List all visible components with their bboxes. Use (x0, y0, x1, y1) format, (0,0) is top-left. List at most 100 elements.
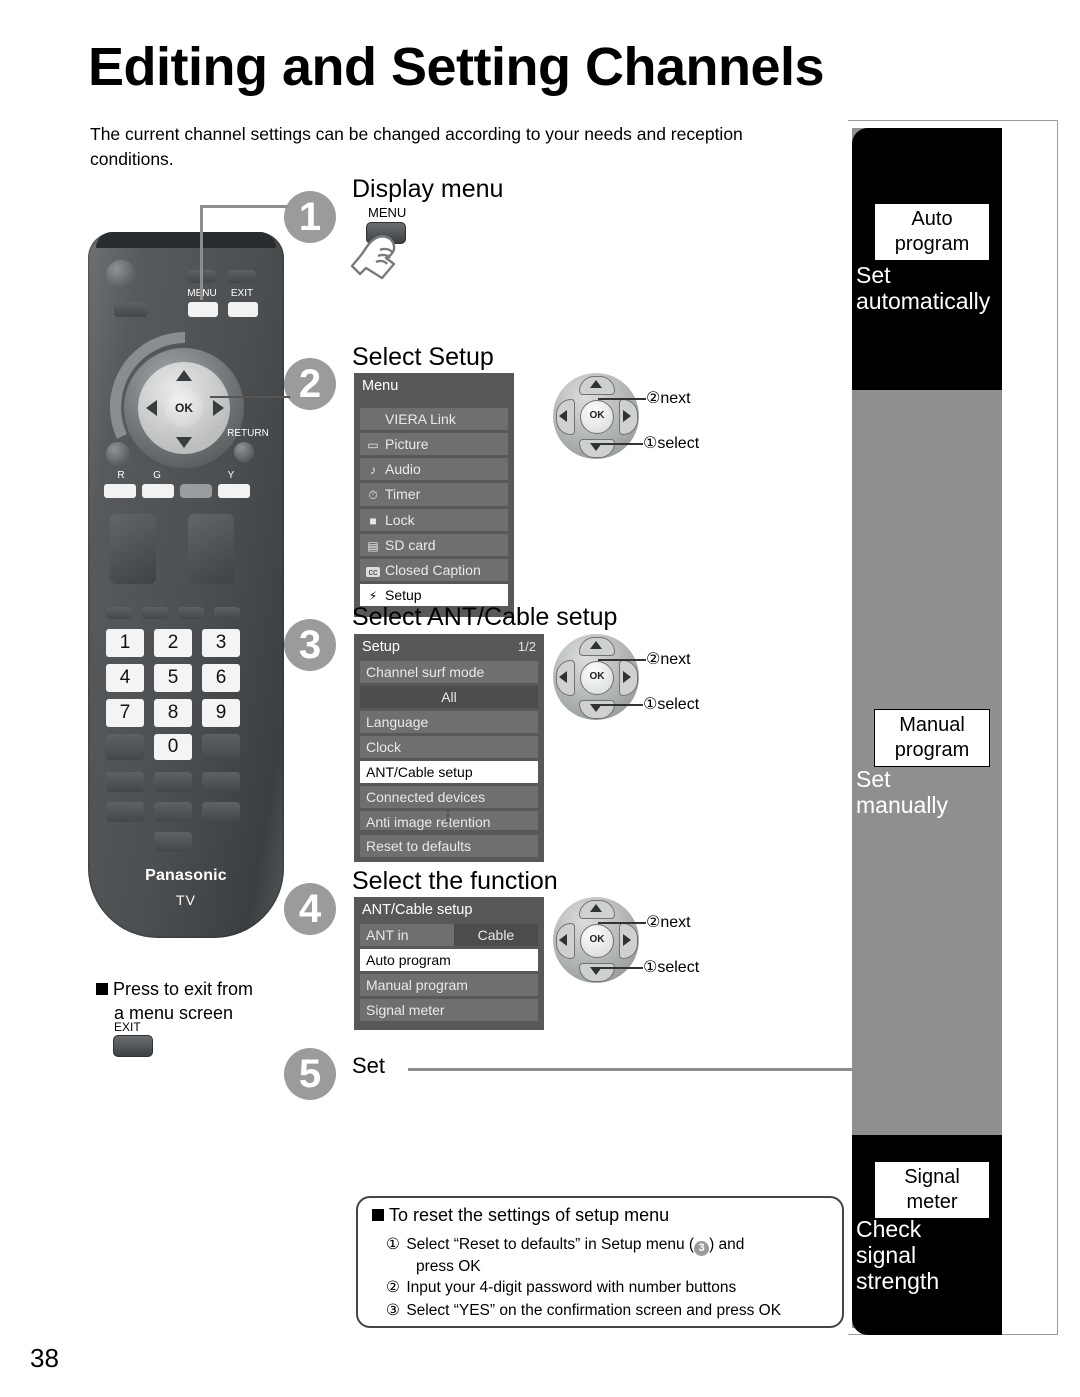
remote-color-key-r-label: R (117, 470, 125, 481)
osd-menu-title: Menu (362, 378, 399, 394)
remote-top-bezel (96, 232, 276, 248)
reset-note-item-3-text: Select “YES” on the confirmation screen … (406, 1302, 782, 1319)
osd-setup-value-channel-surf-mode[interactable]: All (360, 686, 538, 708)
navpad-step3-left-icon (559, 671, 567, 683)
osd-menu-item-picture[interactable]: ▭ Picture (360, 433, 508, 455)
step-3-label: Select ANT/Cable setup (352, 603, 618, 631)
osd-menu-item-sd-card[interactable]: ▤ SD card (360, 534, 508, 556)
remote-small-key-3 (178, 607, 204, 619)
remote-number-8: 8 (154, 699, 192, 727)
navpad-step4-next-line (598, 922, 646, 924)
navpad-step2-ok[interactable]: OK (580, 400, 614, 434)
remote-round-key (106, 442, 130, 466)
navpad-step2-next-note: ②next (646, 390, 691, 407)
remote-color-key-y (218, 484, 250, 498)
remote-small-key-4 (214, 607, 240, 619)
navpad-step3-select-line (595, 704, 643, 706)
remote-return-label: RETURN (227, 428, 269, 439)
sidebar-caption-manual-program-line2: manually (856, 792, 949, 818)
remote-volume-rocker (110, 514, 156, 584)
osd-ant-item-manual-program[interactable]: Manual program (360, 974, 538, 996)
remote-number-4: 4 (106, 664, 144, 692)
remote-key-right-of-zero (202, 734, 240, 760)
pointing-hand-icon (350, 235, 396, 280)
step-5-label: Set (352, 1053, 386, 1078)
sidebar-caption-manual-program: Set manually (856, 766, 1002, 818)
remote-number-3: 3 (202, 629, 240, 657)
navpad-step3: OK (553, 634, 639, 720)
audio-note-icon: ♪ (370, 463, 376, 477)
osd-setup-item-ant-cable-setup[interactable]: ANT/Cable setup (360, 761, 538, 783)
remote-color-key-r (104, 484, 136, 498)
exit-note-bullet-icon (96, 983, 108, 995)
osd-setup-item-language[interactable]: Language (360, 711, 538, 733)
remote-color-key-g (142, 484, 174, 498)
osd-menu-label-sd-card: SD card (385, 537, 436, 553)
osd-setup-item-reset-to-defaults[interactable]: Reset to defaults (360, 835, 538, 857)
remote-device-label: TV (176, 892, 196, 908)
osd-setup-ellipsis: • • • (445, 802, 451, 828)
osd-menu-item-closed-caption[interactable]: cc Closed Caption (360, 559, 508, 581)
osd-menu-spacer (354, 400, 514, 408)
reset-note-item-1-number: ① (386, 1236, 400, 1253)
navpad-step2-next-line (598, 398, 646, 400)
reset-note-step3-badge: 3 (694, 1241, 710, 1256)
osd-menu-item-lock[interactable]: ■ Lock (360, 509, 508, 531)
osd-menu-label-viera-link: VIERA Link (385, 411, 456, 427)
osd-menu-label-closed-caption: Closed Caption (385, 562, 481, 578)
page-intro-text: The current channel settings can be chan… (90, 124, 743, 169)
page-frame-top-rule (848, 120, 1058, 121)
sidebar-caption-signal-meter: Check signal strength (856, 1216, 1002, 1294)
navpad-step3-ok[interactable]: OK (580, 661, 614, 695)
osd-ant-title: ANT/Cable setup (362, 902, 473, 918)
sidebar-chip-signal-meter-line1: Signal (904, 1166, 960, 1188)
navpad-step4-up-icon (590, 904, 602, 912)
reset-note-item-2-number: ② (386, 1279, 400, 1296)
osd-ant-item-signal-meter[interactable]: Signal meter (360, 999, 538, 1021)
step-1-badge: 1 (284, 191, 336, 243)
sidebar-chip-manual-program-line1: Manual (899, 714, 965, 736)
reset-note-item-2-text: Input your 4-digit password with number … (406, 1279, 737, 1296)
navpad-step2-select-note: ①select (643, 435, 700, 452)
osd-setup-item-clock[interactable]: Clock (360, 736, 538, 758)
navpad-step3-select-note: ①select (643, 696, 700, 713)
exit-callout-button[interactable] (113, 1035, 153, 1057)
page-frame-right-rule (1057, 120, 1058, 1335)
reset-note-item-2: ② Input your 4-digit password with numbe… (386, 1277, 830, 1298)
navpad-step4-left-icon (559, 934, 567, 946)
exit-note-line1: Press to exit from (113, 979, 254, 999)
navpad-step2-right-icon (623, 410, 631, 422)
remote-number-0: 0 (154, 734, 192, 760)
sidebar-caption-manual-program-line1: Set (856, 766, 891, 792)
power-button-icon (106, 260, 136, 290)
remote-color-key-y-label: Y (227, 470, 235, 481)
osd-ant-row-ant-in[interactable]: ANT in Cable (360, 924, 538, 946)
sidebar-caption-auto-program: Set automatically (856, 262, 1002, 314)
osd-menu-item-timer[interactable]: ⏱ Timer (360, 483, 508, 506)
sidebar-chip-auto-program-line2: program (894, 233, 970, 255)
remote-lower-key-5 (154, 802, 192, 822)
osd-setup-item-channel-surf-mode[interactable]: Channel surf mode (360, 661, 538, 683)
remote-number-6: 6 (202, 664, 240, 692)
osd-menu-label-audio: Audio (385, 461, 421, 477)
remote-exit-white-key (228, 302, 258, 317)
osd-menu-label-setup: Setup (385, 587, 422, 603)
navpad-step4-ok[interactable]: OK (580, 924, 614, 958)
connector-step1-vertical (200, 205, 203, 300)
osd-menu-item-audio[interactable]: ♪ Audio (360, 458, 508, 480)
sidebar-chip-auto-program: Auto program (874, 203, 990, 261)
osd-ant-item-auto-program[interactable]: Auto program (360, 949, 538, 971)
step-4-label: Select the function (352, 867, 558, 895)
menu-callout-label: MENU (368, 205, 407, 220)
remote-dpad-right-icon (213, 400, 224, 416)
reset-note-item-1: ① Select “Reset to defaults” in Setup me… (386, 1234, 830, 1277)
clock-icon: ⏱ (368, 488, 378, 502)
osd-setup-title-text: Setup (362, 639, 400, 655)
step-2-badge: 2 (284, 358, 336, 410)
navpad-step4-right-icon (623, 934, 631, 946)
osd-menu-item-viera-link[interactable]: VIERA Link (360, 408, 508, 430)
lock-icon: ■ (369, 514, 377, 528)
step-4-badge: 4 (284, 883, 336, 935)
osd-menu-label-timer: Timer (385, 486, 421, 502)
remote-exit-key (228, 270, 256, 283)
